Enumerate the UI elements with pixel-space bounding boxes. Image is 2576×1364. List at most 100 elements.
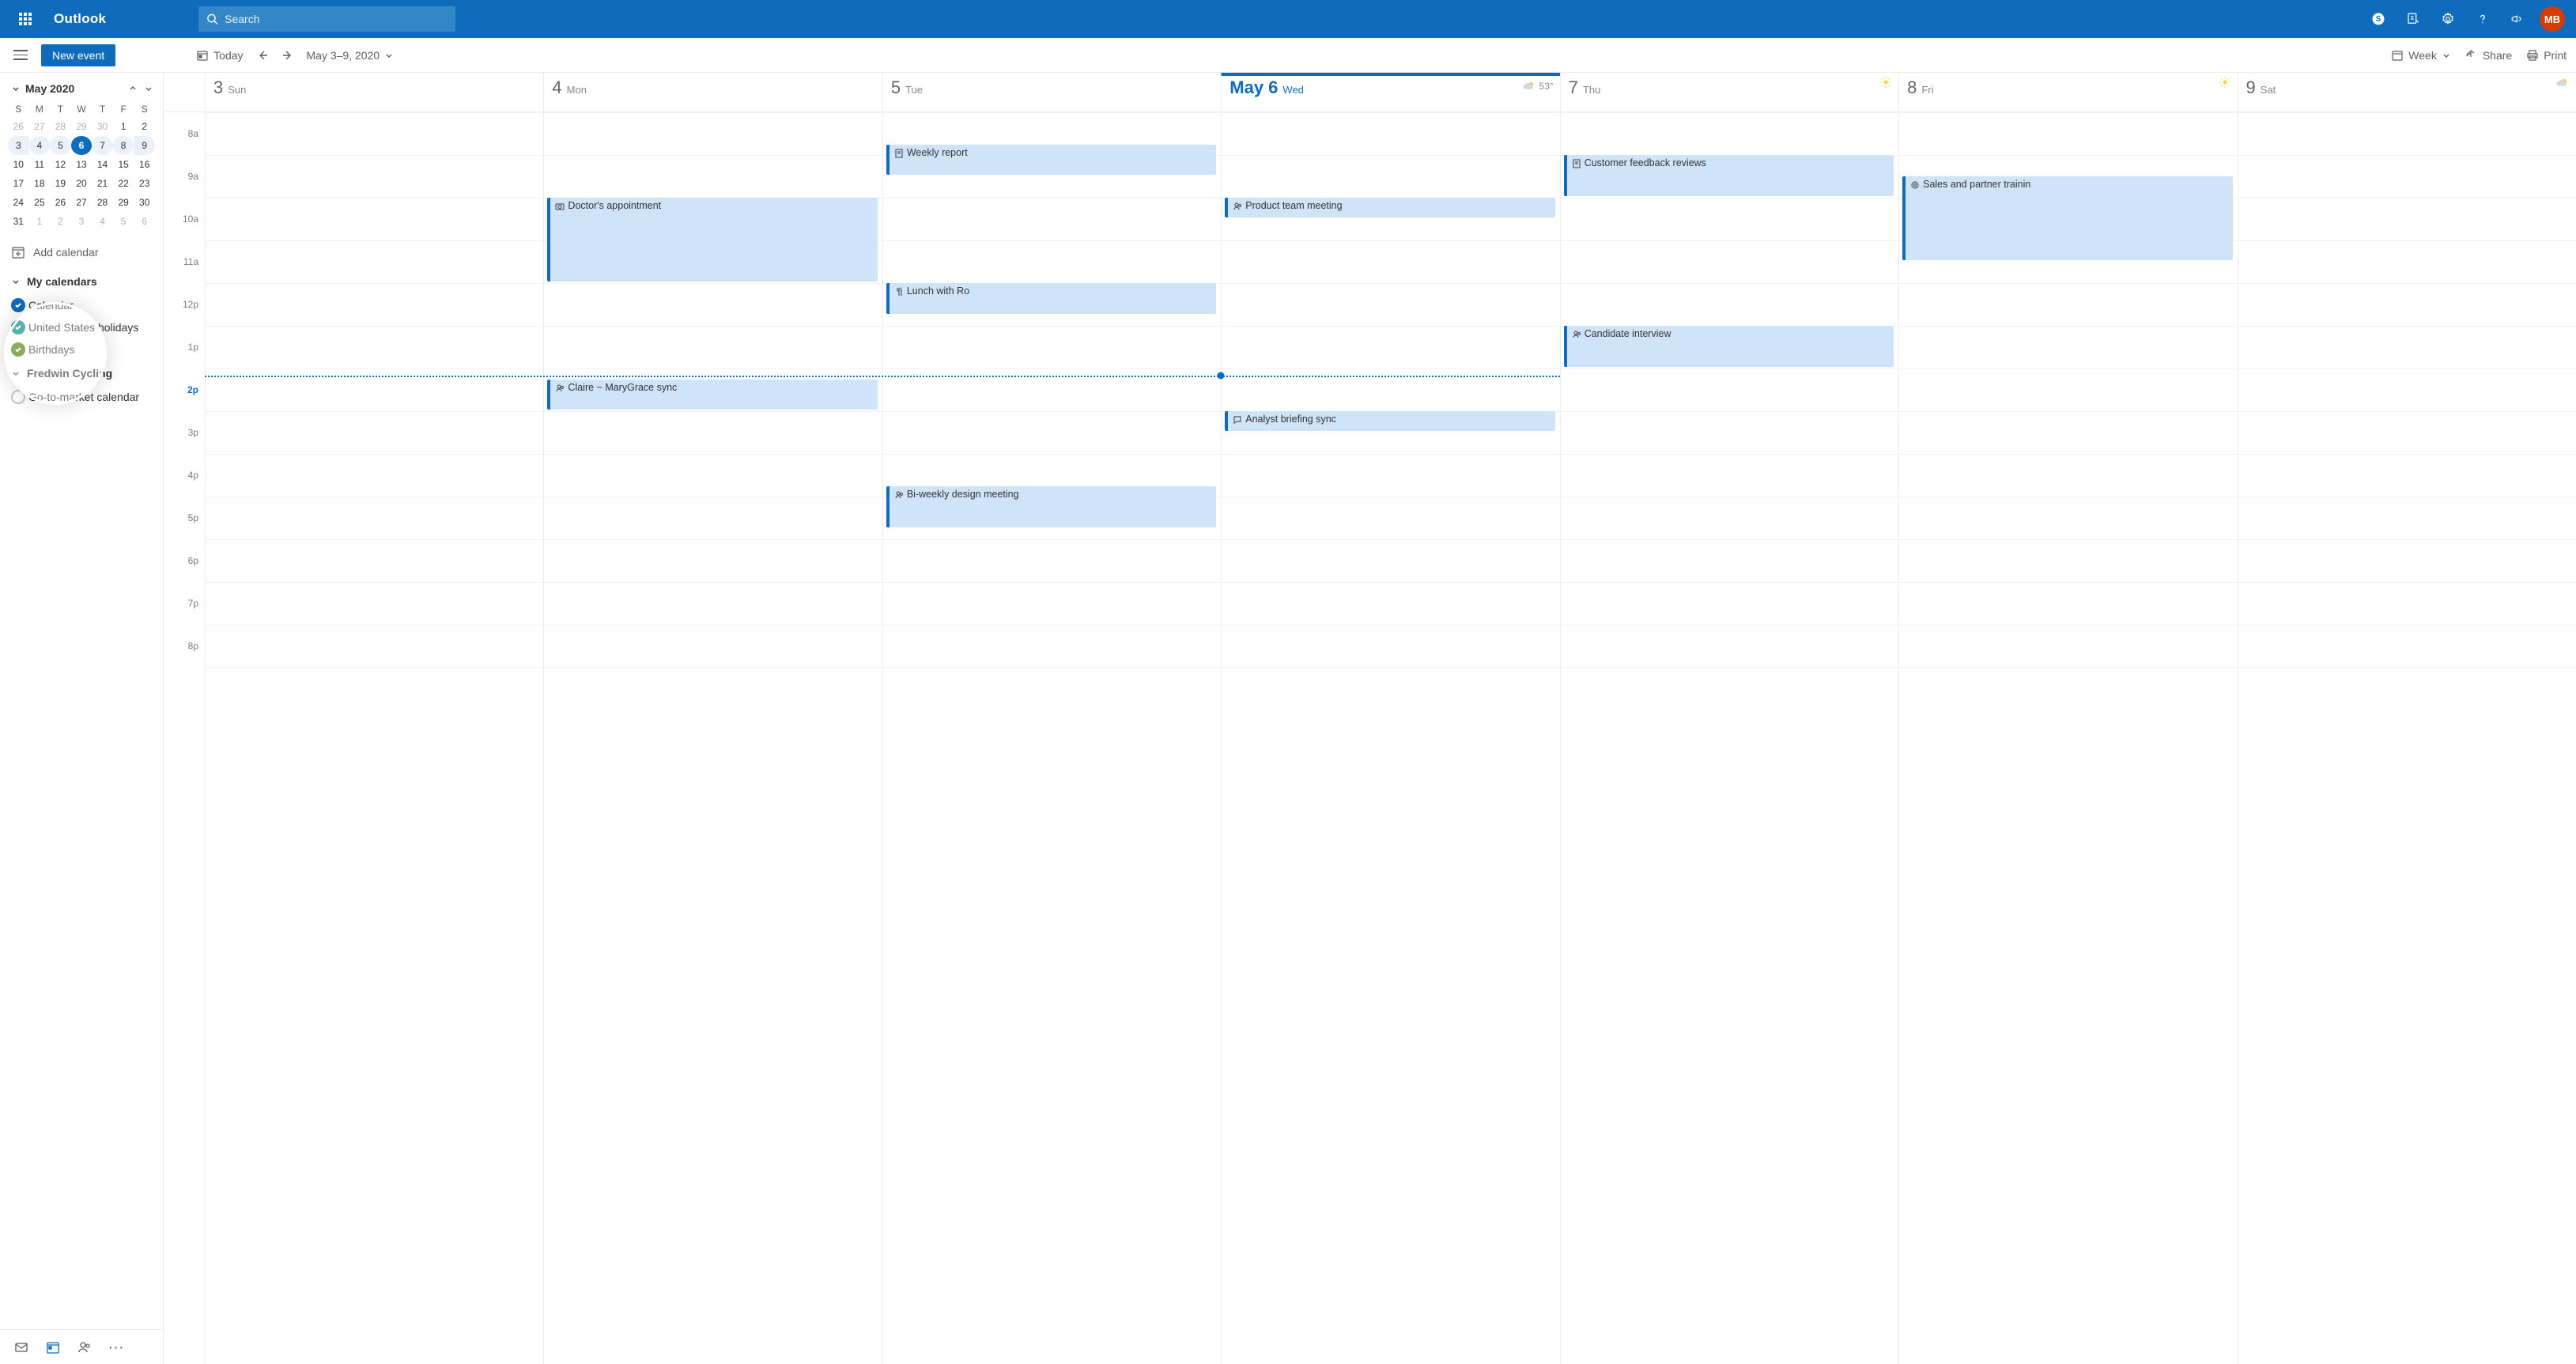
next-week-button[interactable] bbox=[281, 49, 294, 62]
mini-cal-day[interactable]: 24 bbox=[8, 193, 29, 212]
people-button[interactable] bbox=[77, 1340, 92, 1355]
mini-cal-day[interactable]: 27 bbox=[29, 117, 51, 136]
print-button[interactable]: Print bbox=[2526, 49, 2567, 62]
mini-cal-day[interactable]: 10 bbox=[8, 155, 29, 174]
mini-cal-day[interactable]: 1 bbox=[29, 212, 51, 231]
mini-cal-day[interactable]: 27 bbox=[71, 193, 93, 212]
search-box[interactable] bbox=[198, 6, 455, 32]
event[interactable]: Customer feedback reviews bbox=[1564, 155, 1894, 196]
day-column[interactable]: Customer feedback reviews Candidate inter… bbox=[1560, 112, 1898, 1364]
day-header[interactable]: 8Fri bbox=[1898, 73, 2237, 111]
day-name: Mon bbox=[567, 84, 587, 96]
mini-cal-day[interactable]: 12 bbox=[50, 155, 71, 174]
event[interactable]: Lunch with Ro bbox=[886, 283, 1216, 314]
share-button[interactable]: Share bbox=[2465, 49, 2512, 62]
new-event-button[interactable]: New event bbox=[41, 44, 115, 66]
mini-cal-day[interactable]: 21 bbox=[92, 174, 113, 193]
day-column[interactable]: Sales and partner trainin bbox=[1898, 112, 2237, 1364]
mini-cal-day[interactable]: 22 bbox=[113, 174, 134, 193]
mini-cal-day[interactable]: 31 bbox=[8, 212, 29, 231]
add-calendar-button[interactable]: Add calendar bbox=[0, 236, 163, 269]
day-column[interactable]: Weekly report Lunch with Ro Bi-weekly desi… bbox=[882, 112, 1221, 1364]
mini-cal-day[interactable]: 3 bbox=[71, 212, 93, 231]
group-fredwin[interactable]: Fredwin Cycling bbox=[0, 361, 163, 386]
mini-cal-day[interactable]: 5 bbox=[50, 136, 71, 155]
mini-calendar[interactable]: SMTWTFS262728293012345678910111213141516… bbox=[0, 101, 163, 236]
mail-button[interactable] bbox=[14, 1340, 28, 1355]
calendar-item-birthdays[interactable]: Birthdays bbox=[0, 338, 163, 361]
mini-cal-day[interactable]: 13 bbox=[71, 155, 93, 174]
mini-cal-day[interactable]: 30 bbox=[134, 193, 155, 212]
day-header[interactable]: 9Sat bbox=[2238, 73, 2576, 111]
calendar-button[interactable] bbox=[46, 1340, 60, 1355]
search-input[interactable] bbox=[225, 13, 448, 25]
day-column[interactable]: Product team meeting Analyst briefing syn… bbox=[1221, 112, 1559, 1364]
month-next-button[interactable] bbox=[144, 84, 153, 93]
mini-cal-day[interactable]: 2 bbox=[134, 117, 155, 136]
chevron-down-icon[interactable] bbox=[11, 84, 21, 93]
event[interactable]: Analyst briefing sync bbox=[1225, 411, 1554, 431]
mini-cal-day[interactable]: 25 bbox=[29, 193, 51, 212]
mini-cal-day[interactable]: 26 bbox=[8, 117, 29, 136]
help-icon[interactable] bbox=[2465, 0, 2500, 38]
mini-cal-day[interactable]: 1 bbox=[113, 117, 134, 136]
event[interactable]: Candidate interview bbox=[1564, 326, 1894, 367]
calendar-item-calendar[interactable]: Calendar bbox=[0, 294, 163, 316]
mini-cal-day[interactable]: 14 bbox=[92, 155, 113, 174]
day-header[interactable]: 4Mon bbox=[543, 73, 882, 111]
event[interactable]: Product team meeting bbox=[1225, 198, 1554, 217]
mini-cal-day[interactable]: 18 bbox=[29, 174, 51, 193]
mini-cal-day[interactable]: 23 bbox=[134, 174, 155, 193]
calendar-item-holidays[interactable]: United States holidays bbox=[0, 316, 163, 338]
mini-cal-day[interactable]: 26 bbox=[50, 193, 71, 212]
day-header[interactable]: 3Sun bbox=[205, 73, 543, 111]
day-header[interactable]: 7Thu bbox=[1560, 73, 1898, 111]
settings-icon[interactable] bbox=[2431, 0, 2465, 38]
mini-cal-day[interactable]: 2 bbox=[50, 212, 71, 231]
mini-cal-day[interactable]: 8 bbox=[113, 136, 134, 155]
event[interactable]: Claire ~ MaryGrace sync bbox=[547, 380, 877, 410]
group-my-calendars[interactable]: My calendars bbox=[0, 269, 163, 294]
mini-cal-day[interactable]: 28 bbox=[92, 193, 113, 212]
avatar[interactable]: MB bbox=[2540, 6, 2565, 32]
mini-cal-day[interactable]: 29 bbox=[71, 117, 93, 136]
mini-cal-day[interactable]: 6 bbox=[71, 136, 93, 155]
megaphone-icon[interactable] bbox=[2500, 0, 2535, 38]
mini-cal-day[interactable]: 19 bbox=[50, 174, 71, 193]
skype-icon[interactable]: S bbox=[2361, 0, 2396, 38]
today-button[interactable]: Today bbox=[196, 49, 243, 62]
event[interactable]: Sales and partner trainin bbox=[1902, 176, 2232, 260]
more-button[interactable]: ··· bbox=[109, 1341, 125, 1354]
event[interactable]: Bi-weekly design meeting bbox=[886, 486, 1216, 527]
day-header[interactable]: 5Tue bbox=[882, 73, 1221, 111]
day-header[interactable]: May 6Wed53° bbox=[1221, 73, 1559, 111]
mini-cal-day[interactable]: 29 bbox=[113, 193, 134, 212]
month-prev-button[interactable] bbox=[128, 84, 138, 93]
mini-cal-day[interactable]: 17 bbox=[8, 174, 29, 193]
notes-icon[interactable] bbox=[2396, 0, 2431, 38]
mini-cal-day[interactable]: 20 bbox=[71, 174, 93, 193]
hamburger-icon[interactable] bbox=[9, 44, 32, 66]
mini-cal-day[interactable]: 11 bbox=[29, 155, 51, 174]
mini-cal-day[interactable]: 4 bbox=[92, 212, 113, 231]
mini-cal-day[interactable]: 30 bbox=[92, 117, 113, 136]
mini-cal-day[interactable]: 9 bbox=[134, 136, 155, 155]
mini-cal-day[interactable]: 6 bbox=[134, 212, 155, 231]
mini-cal-day[interactable]: 28 bbox=[50, 117, 71, 136]
view-switcher[interactable]: Week bbox=[2391, 49, 2451, 62]
prev-week-button[interactable] bbox=[256, 49, 269, 62]
app-launcher-icon[interactable] bbox=[6, 0, 44, 38]
event[interactable]: Doctor's appointment bbox=[547, 198, 877, 281]
mini-cal-day[interactable]: 15 bbox=[113, 155, 134, 174]
mini-cal-day[interactable]: 5 bbox=[113, 212, 134, 231]
mini-cal-day[interactable]: 16 bbox=[134, 155, 155, 174]
mini-cal-day[interactable]: 4 bbox=[29, 136, 51, 155]
mini-cal-day[interactable]: 7 bbox=[92, 136, 113, 155]
date-range-picker[interactable]: May 3–9, 2020 bbox=[307, 49, 395, 62]
event[interactable]: Weekly report bbox=[886, 145, 1216, 176]
day-column[interactable] bbox=[205, 112, 543, 1364]
calendar-item-gtm[interactable]: Go-to-market calendar bbox=[0, 386, 163, 408]
day-column[interactable] bbox=[2238, 112, 2576, 1364]
mini-cal-day[interactable]: 3 bbox=[8, 136, 29, 155]
day-column[interactable]: Doctor's appointment Claire ~ MaryGrace s… bbox=[543, 112, 882, 1364]
